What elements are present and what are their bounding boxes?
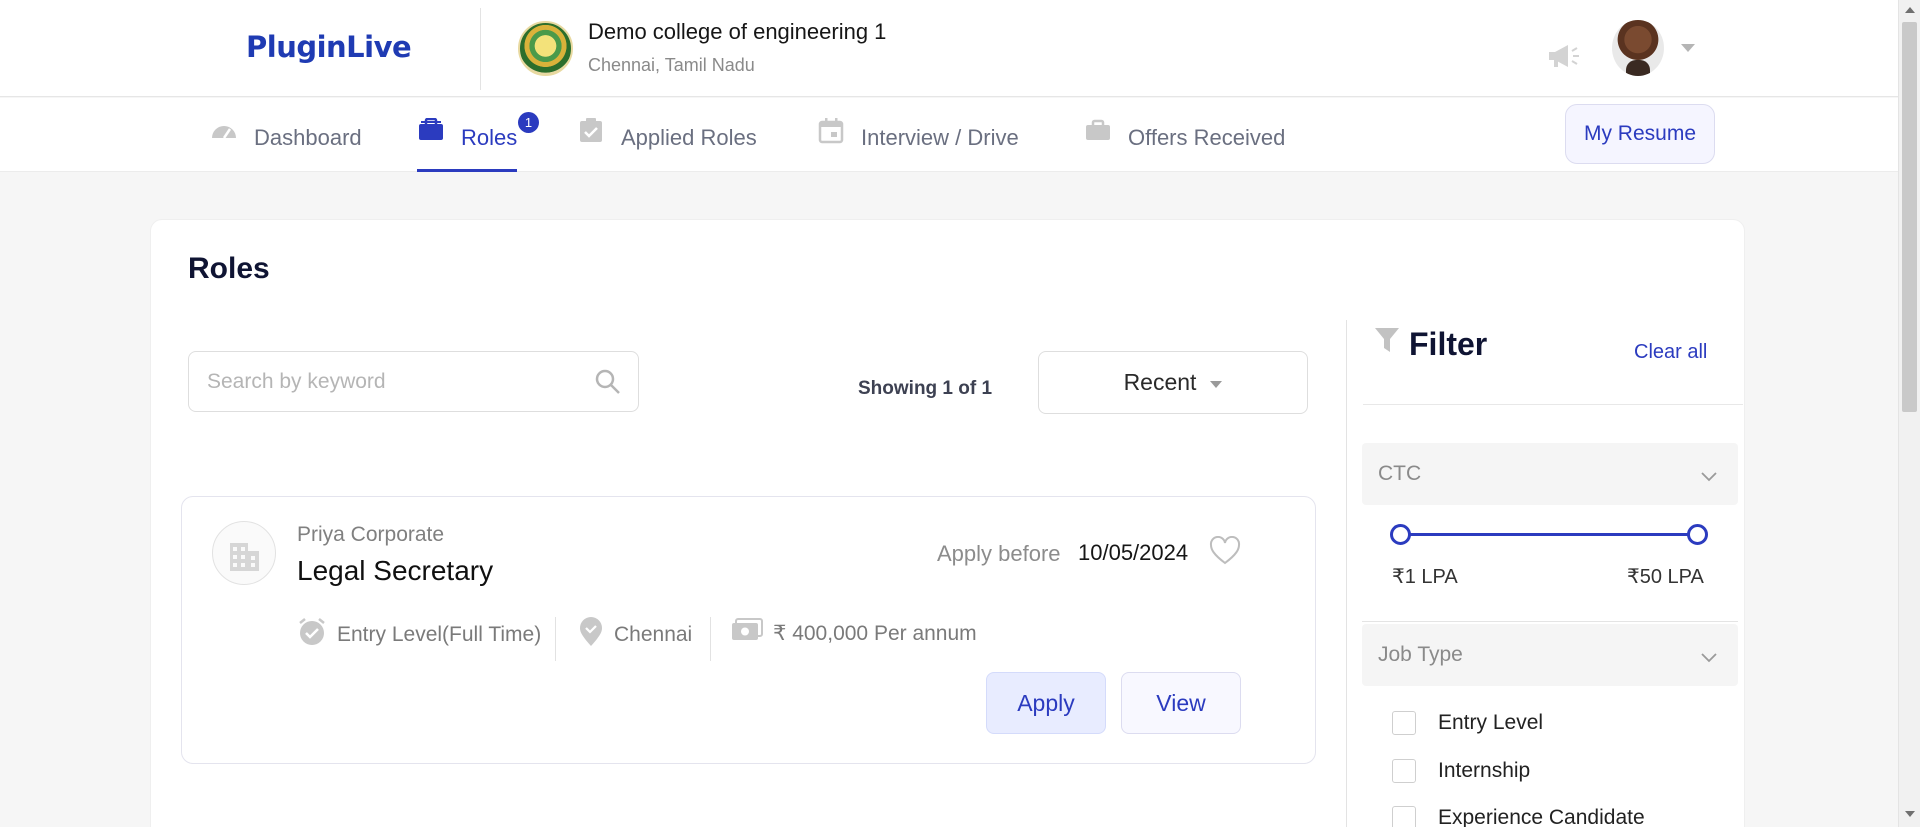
role-salary-text: ₹ 400,000 Per annum <box>773 621 977 645</box>
job-type-section-header[interactable]: Job Type <box>1362 624 1738 686</box>
tab-applied-roles[interactable]: Applied Roles <box>577 118 757 172</box>
search-input[interactable] <box>207 369 577 394</box>
tab-label: Offers Received <box>1128 125 1286 150</box>
job-type-option[interactable]: Entry Level <box>1392 711 1543 735</box>
chevron-down-icon[interactable] <box>1681 44 1695 52</box>
user-avatar[interactable] <box>1612 20 1664 76</box>
ctc-min-label: ₹1 LPA <box>1392 566 1458 588</box>
briefcase-icon <box>417 117 445 144</box>
my-resume-button[interactable]: My Resume <box>1565 104 1715 164</box>
ctc-slider-min-handle[interactable] <box>1390 524 1411 545</box>
view-button[interactable]: View <box>1121 672 1241 734</box>
job-type-label: Job Type <box>1378 643 1463 666</box>
college-name: Demo college of engineering 1 <box>588 19 887 44</box>
role-salary: ₹ 400,000 Per annum <box>731 617 977 649</box>
sort-value: Recent <box>1123 369 1197 395</box>
option-label: Experience Candidate <box>1438 806 1645 827</box>
role-title[interactable]: Legal Secretary <box>297 555 493 587</box>
tab-roles[interactable]: Roles <box>417 117 518 172</box>
checkbox[interactable] <box>1392 759 1416 783</box>
sort-dropdown[interactable]: Recent <box>1038 351 1308 414</box>
college-emblem <box>518 21 573 76</box>
header-divider <box>480 8 481 90</box>
chevron-down-icon <box>1700 646 1718 670</box>
college-location: Chennai, Tamil Nadu <box>588 55 755 75</box>
pluginlive-logo[interactable]: PluginLive <box>246 30 412 64</box>
tab-dashboard[interactable]: Dashboard <box>210 118 362 172</box>
apply-before-date: 10/05/2024 <box>1078 540 1189 565</box>
role-location: Chennai <box>578 617 692 653</box>
money-icon <box>731 617 763 649</box>
top-header: PluginLive Demo college of engineering 1… <box>0 0 1898 97</box>
heart-icon[interactable] <box>1209 535 1241 571</box>
ctc-label: CTC <box>1378 462 1422 485</box>
meta-divider <box>555 617 556 661</box>
company-building-icon <box>212 521 276 585</box>
suitcase-icon <box>1084 118 1112 144</box>
scroll-up-arrow-icon[interactable] <box>1905 7 1915 13</box>
megaphone-icon[interactable] <box>1546 42 1580 75</box>
tab-label: Roles <box>461 125 518 150</box>
tab-label: Dashboard <box>254 125 362 150</box>
calendar-icon <box>817 118 845 144</box>
checkbox[interactable] <box>1392 711 1416 735</box>
clear-all-link[interactable]: Clear all <box>1634 341 1707 364</box>
apply-before-label: Apply before <box>937 541 1061 566</box>
roles-count-badge: 1 <box>518 112 539 133</box>
clipboard-check-icon <box>577 118 605 144</box>
scroll-thumb[interactable] <box>1902 22 1917 412</box>
speedometer-icon <box>210 118 238 144</box>
meta-divider <box>710 617 711 661</box>
role-level: Entry Level(Full Time) <box>297 617 541 653</box>
funnel-icon <box>1374 327 1400 360</box>
page-title: Roles <box>188 252 270 285</box>
option-label: Internship <box>1438 759 1531 782</box>
tab-offers-received[interactable]: Offers Received <box>1084 118 1285 172</box>
ctc-slider-track[interactable] <box>1400 533 1697 536</box>
ctc-max-label: ₹50 LPA <box>1627 566 1704 588</box>
filter-divider <box>1346 320 1347 827</box>
role-level-text: Entry Level(Full Time) <box>337 623 542 646</box>
caret-down-icon <box>1210 381 1223 388</box>
location-check-icon <box>578 617 604 653</box>
chevron-down-icon <box>1700 465 1718 489</box>
checkbox[interactable] <box>1392 806 1416 827</box>
section-divider <box>1362 621 1738 622</box>
job-type-option[interactable]: Experience Candidate <box>1392 806 1645 827</box>
page-scrollbar[interactable] <box>1898 0 1920 827</box>
role-location-text: Chennai <box>614 623 693 646</box>
apply-button[interactable]: Apply <box>986 672 1106 734</box>
alarm-check-icon <box>297 617 327 653</box>
ctc-section-header[interactable]: CTC <box>1362 443 1738 505</box>
option-label: Entry Level <box>1438 711 1544 734</box>
search-icon[interactable] <box>594 368 622 401</box>
filter-divider-line <box>1363 404 1743 405</box>
search-box[interactable] <box>188 351 639 412</box>
scroll-down-arrow-icon[interactable] <box>1905 811 1915 817</box>
tab-interview-drive[interactable]: Interview / Drive <box>817 118 1019 172</box>
filter-title: Filter <box>1409 326 1488 362</box>
tab-label: Interview / Drive <box>861 125 1019 150</box>
ctc-slider-max-handle[interactable] <box>1687 524 1708 545</box>
tab-label: Applied Roles <box>621 125 757 150</box>
job-type-option[interactable]: Internship <box>1392 759 1530 783</box>
results-count: Showing 1 of 1 <box>858 378 993 399</box>
company-name: Priya Corporate <box>297 523 445 546</box>
